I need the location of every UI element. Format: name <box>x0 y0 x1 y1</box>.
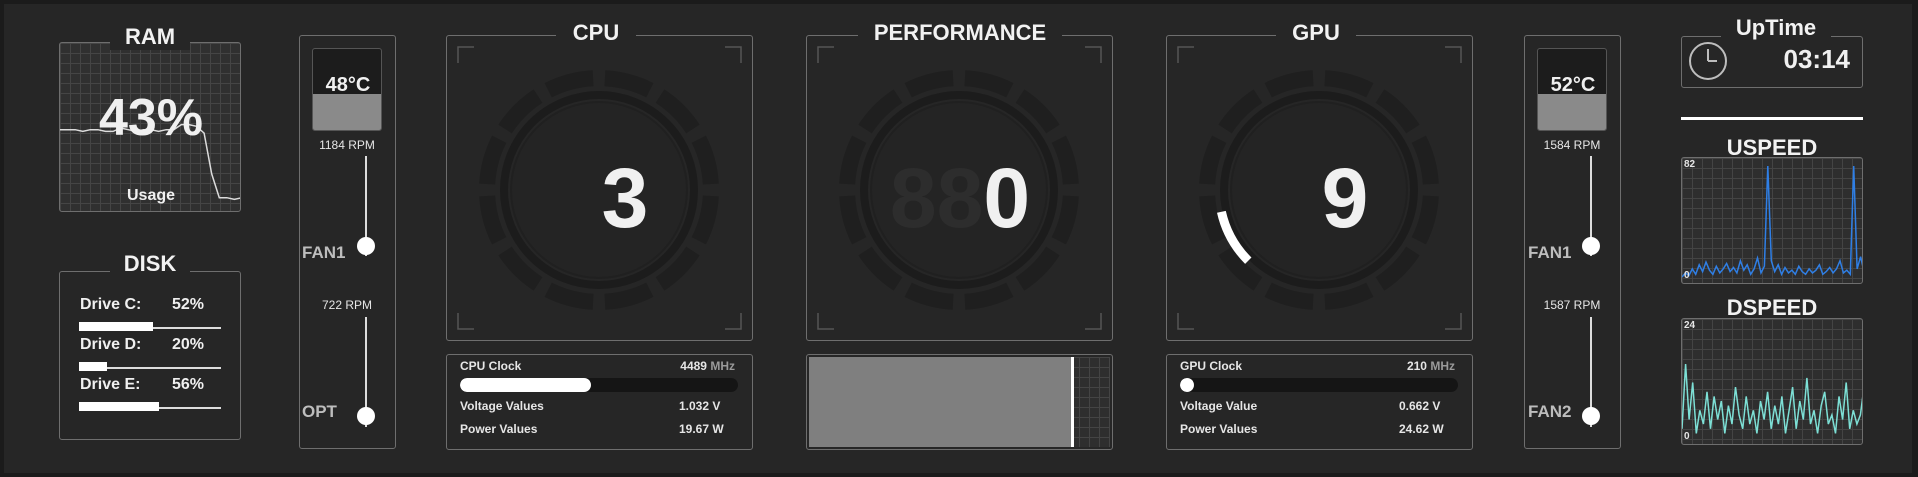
gpu-clock-label: GPU Clock <box>1180 359 1243 373</box>
gpu-clock-bar <box>1180 378 1458 392</box>
gpu-temperature-value: 52°C <box>1550 74 1596 96</box>
performance-value-ghost: 88 <box>889 151 984 245</box>
uptime-title: UpTime <box>1721 15 1831 41</box>
gpu-temperature-fill <box>1538 93 1606 130</box>
disk-drive-name: Drive E: <box>80 376 141 393</box>
disk-title: DISK <box>110 251 190 277</box>
disk-usage-bar-fill <box>79 322 153 331</box>
gpu-temperature-gauge: 52°C <box>1537 48 1607 131</box>
cpu-voltage-label: Voltage Values <box>460 399 544 413</box>
cpu-voltage-value: 1.032 V <box>679 399 721 413</box>
uspeed-min-label: 0 <box>1684 270 1690 281</box>
ram-usage-caption: Usage <box>126 187 176 204</box>
cpu-temperature-value: 48°C <box>325 74 371 96</box>
cpu-power-label: Power Values <box>460 422 538 436</box>
disk-drive-name: Drive C: <box>80 296 142 313</box>
disk-drive-percent: 52% <box>172 296 205 313</box>
uptime-divider <box>1681 117 1863 120</box>
gpu-load-value: 9 <box>1321 151 1369 245</box>
gpu-clock-value: 210 MHz <box>1370 359 1455 373</box>
performance-history-graph <box>809 357 1110 447</box>
cpu-fan2-slider-handle[interactable] <box>357 407 375 425</box>
ram-title: RAM <box>110 24 190 50</box>
disk-drive-name: Drive D: <box>80 336 142 353</box>
cpu-clock-label: CPU Clock <box>460 359 522 373</box>
cpu-fan1-label: FAN1 <box>302 243 346 262</box>
cpu-clock-unit: MHz <box>710 359 735 373</box>
gpu-fan2-label: FAN2 <box>1528 402 1572 421</box>
gpu-clock-bar-fill <box>1180 378 1194 392</box>
cpu-clock-bar <box>460 378 738 392</box>
gpu-fan1-slider-handle[interactable] <box>1582 237 1600 255</box>
cpu-temperature-fill <box>313 93 381 130</box>
gpu-voltage-value: 0.662 V <box>1399 399 1441 413</box>
disk-usage-bar-fill <box>79 362 108 371</box>
gpu-power-value: 24.62 W <box>1399 422 1444 436</box>
cpu-clock-number: 4489 <box>680 359 707 373</box>
cpu-clock-bar-fill <box>460 378 591 392</box>
cpu-fan1-rpm: 1184 RPM <box>319 138 375 152</box>
gpu-voltage-label: Voltage Value <box>1180 399 1258 413</box>
performance-value: 880 <box>880 150 1040 247</box>
gpu-fan2-slider-handle[interactable] <box>1582 407 1600 425</box>
cpu-power-value: 19.67 W <box>679 422 724 436</box>
dspeed-min-label: 0 <box>1684 431 1690 442</box>
disk-usage-bar-fill <box>79 402 159 411</box>
disk-drive-percent: 20% <box>172 336 205 353</box>
ram-usage-value: 43% <box>98 89 204 147</box>
disk-drive-percent: 56% <box>172 376 205 393</box>
dspeed-graph <box>1682 363 1862 434</box>
gpu-clock-unit: MHz <box>1430 359 1455 373</box>
performance-history-fill <box>809 357 1071 447</box>
dspeed-panel: 24 0 <box>1681 318 1863 445</box>
gpu-fan1-label: FAN1 <box>1528 243 1572 262</box>
uspeed-max-label: 82 <box>1684 159 1696 170</box>
uspeed-panel: 82 0 <box>1681 157 1863 284</box>
cpu-fan2-rpm: 722 RPM <box>321 298 373 312</box>
performance-history-cursor <box>1070 357 1074 447</box>
gpu-clock-number: 210 <box>1406 359 1427 373</box>
gpu-fan1-rpm: 1584 RPM <box>1543 138 1601 152</box>
uspeed-graph <box>1682 165 1862 278</box>
performance-value-digit: 0 <box>983 151 1031 245</box>
uptime-value: 03:14 <box>1783 44 1851 74</box>
cpu-temperature-gauge: 48°C <box>312 48 382 131</box>
gpu-fan2-rpm: 1587 RPM <box>1543 298 1601 312</box>
dspeed-max-label: 24 <box>1684 320 1696 331</box>
ram-panel: 43% Usage <box>59 42 241 212</box>
cpu-fan2-label: OPT <box>302 402 337 421</box>
clock-icon <box>1689 42 1727 80</box>
cpu-load-value: 3 <box>601 151 649 245</box>
gpu-power-label: Power Values <box>1180 422 1258 436</box>
cpu-clock-value: 4489 MHz <box>650 359 735 373</box>
cpu-fan1-slider-handle[interactable] <box>357 237 375 255</box>
